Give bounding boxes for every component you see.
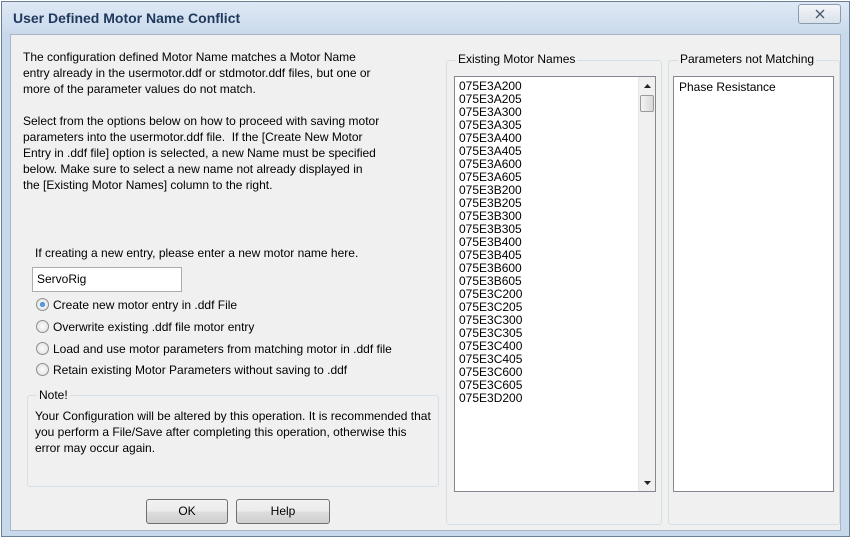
note-title: Note!: [37, 388, 70, 402]
scroll-thumb[interactable]: [640, 95, 654, 112]
existing-names-list: 075E3A200 075E3A205 075E3A300 075E3A305 075E…: [455, 77, 655, 405]
existing-names-listbox[interactable]: 075E3A200 075E3A205 075E3A300 075E3A305 075E…: [454, 76, 656, 492]
note-text: Your Configuration will be altered by th…: [35, 409, 431, 455]
scroll-up-icon: [643, 84, 651, 88]
option-retain-existing[interactable]: Retain existing Motor Parameters without…: [36, 361, 347, 379]
existing-names-header: Existing Motor Names: [456, 52, 578, 66]
params-list: Phase Resistance: [674, 77, 833, 94]
new-name-prompt: If creating a new entry, please enter a …: [35, 246, 359, 260]
window-title: User Defined Motor Name Conflict: [13, 10, 241, 26]
option-load-matching[interactable]: Load and use motor parameters from match…: [36, 340, 392, 358]
scroll-down-button[interactable]: [639, 474, 655, 491]
option-label: Retain existing Motor Parameters without…: [53, 363, 348, 377]
param-item[interactable]: Phase Resistance: [674, 81, 833, 94]
motor-name-input[interactable]: ServoRig: [32, 267, 182, 292]
option-label: Create new motor entry in .ddf File: [53, 298, 238, 312]
title-bar[interactable]: User Defined Motor Name Conflict: [2, 2, 849, 34]
ok-button[interactable]: OK: [146, 499, 228, 524]
help-button[interactable]: Help: [236, 499, 330, 524]
option-overwrite[interactable]: Overwrite existing .ddf file motor entry: [36, 318, 254, 336]
scroll-up-button[interactable]: [639, 77, 655, 94]
option-label: Load and use motor parameters from match…: [53, 342, 392, 356]
radio-button[interactable]: [36, 342, 49, 355]
radio-button[interactable]: [36, 298, 49, 311]
radio-button[interactable]: [36, 320, 49, 333]
radio-button[interactable]: [36, 363, 49, 376]
close-button[interactable]: [798, 4, 841, 24]
description-text: The configuration defined Motor Name mat…: [23, 50, 380, 192]
scroll-down-icon: [643, 481, 651, 485]
params-header: Parameters not Matching: [678, 52, 817, 66]
option-create-new[interactable]: Create new motor entry in .ddf File: [36, 296, 237, 314]
vertical-scrollbar[interactable]: [638, 77, 655, 491]
close-icon: [815, 9, 824, 19]
params-listbox[interactable]: Phase Resistance: [673, 76, 834, 492]
motor-name-item[interactable]: 075E3D200: [455, 392, 655, 405]
option-label: Overwrite existing .ddf file motor entry: [53, 320, 255, 334]
